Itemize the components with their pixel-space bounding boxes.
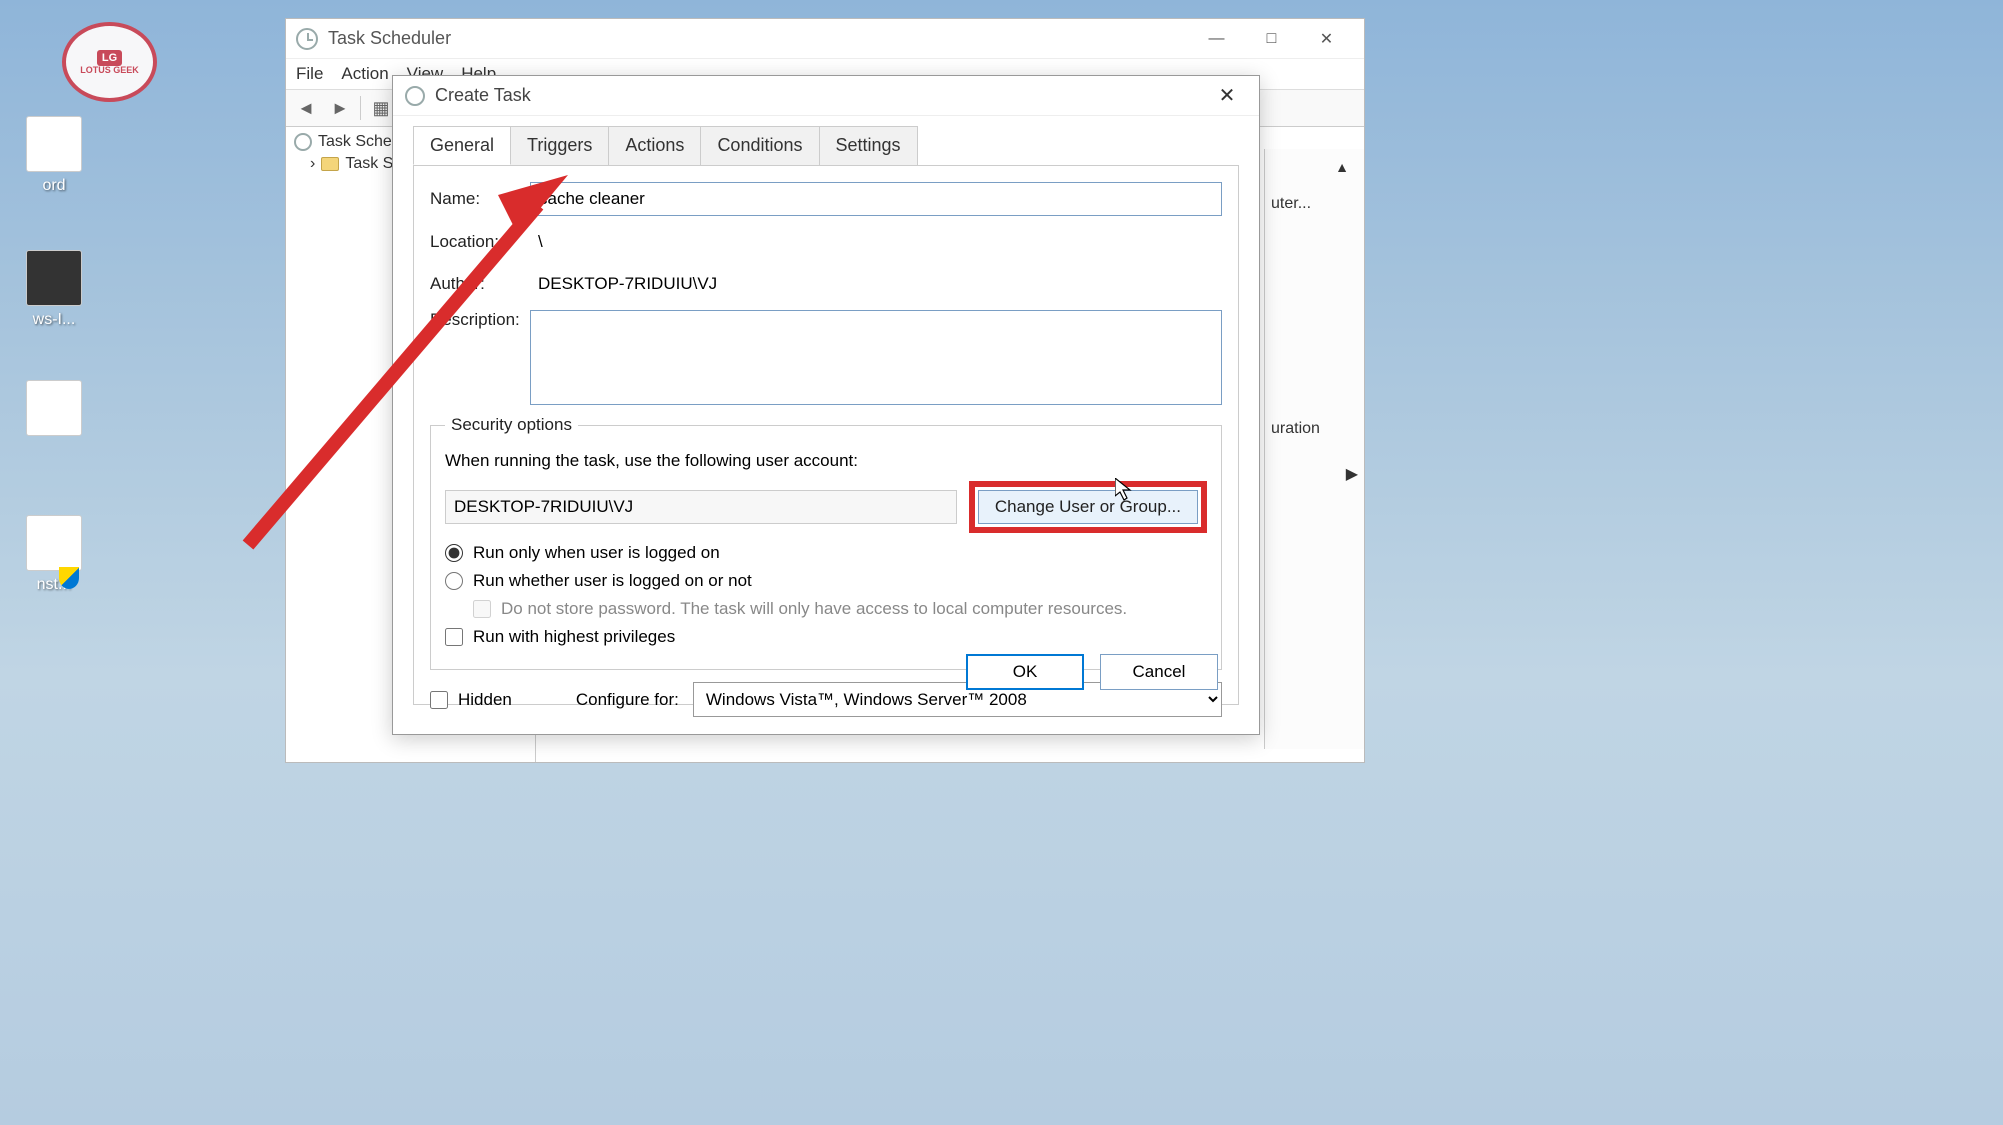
description-label: Description: xyxy=(430,310,530,330)
shield-icon xyxy=(59,567,79,589)
back-button[interactable]: ◄ xyxy=(292,94,320,122)
clock-icon xyxy=(296,28,318,50)
document-icon xyxy=(26,515,82,571)
dialog-title: Create Task xyxy=(435,85,1207,106)
desktop-icon[interactable] xyxy=(4,380,104,441)
icon-label: ws-I... xyxy=(33,311,76,329)
run-whether-label: Run whether user is logged on or not xyxy=(473,571,752,591)
desktop-icon[interactable]: nst... xyxy=(4,515,104,594)
security-options-fieldset: Security options When running the task, … xyxy=(430,415,1222,670)
user-account-value: DESKTOP-7RIDUIU\VJ xyxy=(445,490,957,524)
close-button[interactable]: ✕ xyxy=(1207,81,1247,111)
run-logged-on-label: Run only when user is logged on xyxy=(473,543,720,563)
run-logged-on-radio[interactable] xyxy=(445,544,463,562)
lotus-geek-logo: LG LOTUS GEEK xyxy=(62,22,157,102)
no-password-checkbox xyxy=(473,600,491,618)
security-text: When running the task, use the following… xyxy=(445,451,1207,471)
cursor-icon xyxy=(1115,478,1135,508)
configure-for-label: Configure for: xyxy=(576,690,679,710)
tab-settings[interactable]: Settings xyxy=(819,126,918,165)
author-value: DESKTOP-7RIDUIU\VJ xyxy=(530,268,1222,300)
annotation-highlight: Change User or Group... xyxy=(969,481,1207,533)
no-password-label: Do not store password. The task will onl… xyxy=(501,599,1127,619)
window-title: Task Scheduler xyxy=(328,28,1189,49)
action-item[interactable]: uter... xyxy=(1269,189,1360,219)
icon-label: ord xyxy=(42,177,65,195)
forward-button[interactable]: ► xyxy=(326,94,354,122)
close-button[interactable]: ✕ xyxy=(1299,21,1354,56)
clock-icon xyxy=(405,86,425,106)
tab-conditions[interactable]: Conditions xyxy=(700,126,819,165)
dialog-titlebar[interactable]: Create Task ✕ xyxy=(393,76,1259,116)
action-item[interactable]: uration xyxy=(1269,414,1360,444)
create-task-dialog: Create Task ✕ General Triggers Actions C… xyxy=(392,75,1260,735)
menu-action[interactable]: Action xyxy=(341,64,388,84)
clock-icon xyxy=(294,133,312,151)
security-legend: Security options xyxy=(445,415,578,435)
expand-icon[interactable]: › xyxy=(310,155,315,173)
desktop-icon[interactable]: ws-I... xyxy=(4,250,104,329)
desktop-icon[interactable]: ord xyxy=(4,116,104,195)
minimize-button[interactable]: — xyxy=(1189,21,1244,56)
document-icon xyxy=(26,380,82,436)
maximize-button[interactable]: □ xyxy=(1244,21,1299,56)
name-input[interactable] xyxy=(530,182,1222,216)
highest-privileges-checkbox[interactable] xyxy=(445,628,463,646)
document-icon xyxy=(26,250,82,306)
tab-general[interactable]: General xyxy=(413,126,511,165)
tab-triggers[interactable]: Triggers xyxy=(510,126,609,165)
actions-pane: ▲ uter... uration ▶ xyxy=(1264,149,1364,749)
cancel-button[interactable]: Cancel xyxy=(1100,654,1218,690)
tab-page-general: Name: Location: \ Author: DESKTOP-7RIDUI… xyxy=(413,165,1239,705)
ok-button[interactable]: OK xyxy=(966,654,1084,690)
name-label: Name: xyxy=(430,189,530,209)
menu-file[interactable]: File xyxy=(296,64,323,84)
titlebar[interactable]: Task Scheduler — □ ✕ xyxy=(286,19,1364,59)
up-button[interactable]: ▦ xyxy=(367,94,395,122)
hidden-checkbox[interactable] xyxy=(430,691,448,709)
author-label: Author: xyxy=(430,274,530,294)
description-input[interactable] xyxy=(530,310,1222,405)
hidden-label: Hidden xyxy=(458,690,512,710)
collapse-icon[interactable]: ▲ xyxy=(1335,159,1349,175)
tree-label: Task S xyxy=(345,155,393,173)
location-label: Location: xyxy=(430,232,530,252)
tab-strip: General Triggers Actions Conditions Sett… xyxy=(413,126,1239,165)
tab-actions[interactable]: Actions xyxy=(608,126,701,165)
run-whether-radio[interactable] xyxy=(445,572,463,590)
chevron-right-icon[interactable]: ▶ xyxy=(1346,464,1358,484)
change-user-button[interactable]: Change User or Group... xyxy=(978,490,1198,524)
document-icon xyxy=(26,116,82,172)
highest-privileges-label: Run with highest privileges xyxy=(473,627,675,647)
location-value: \ xyxy=(530,226,1222,258)
folder-icon xyxy=(321,157,339,171)
